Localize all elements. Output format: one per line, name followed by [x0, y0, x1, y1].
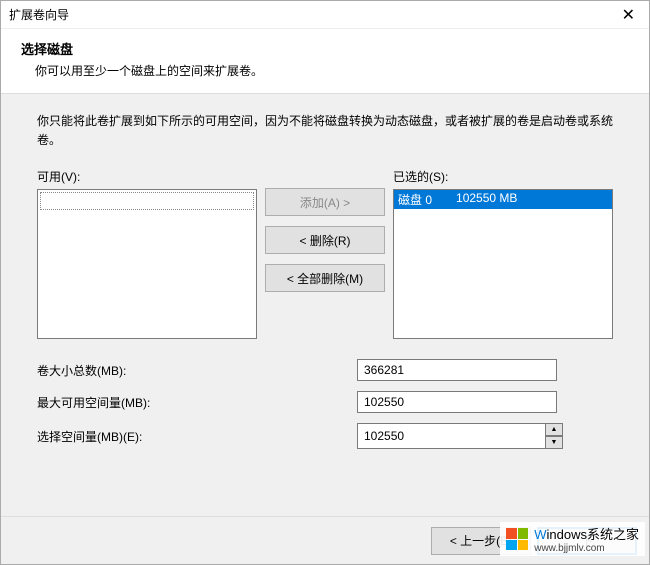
titlebar: 扩展卷向导 ✕: [1, 1, 649, 29]
list-item[interactable]: 磁盘 0 102550 MB: [394, 190, 612, 209]
select-size-spinner: ▲ ▼: [357, 423, 563, 449]
window-title: 扩展卷向导: [9, 6, 69, 23]
windows-logo-icon: [506, 528, 528, 550]
wizard-header: 选择磁盘 你可以用至少一个磁盘上的空间来扩展卷。: [1, 29, 649, 94]
remove-all-button[interactable]: < 全部删除(M): [265, 264, 385, 292]
max-size-row: 最大可用空间量(MB): 102550: [37, 391, 613, 413]
available-column: 可用(V):: [37, 168, 257, 339]
watermark: Windows系统之家 www.bjjmlv.com: [500, 522, 645, 556]
spinner-down-icon[interactable]: ▼: [545, 436, 563, 449]
select-size-label: 选择空间量(MB)(E):: [37, 428, 357, 445]
spinner-up-icon[interactable]: ▲: [545, 423, 563, 436]
total-size-row: 卷大小总数(MB): 366281: [37, 359, 613, 381]
selected-column: 已选的(S): 磁盘 0 102550 MB: [393, 168, 613, 339]
select-size-row: 选择空间量(MB)(E): ▲ ▼: [37, 423, 613, 449]
watermark-text: Windows系统之家 www.bjjmlv.com: [534, 524, 639, 554]
max-size-value: 102550: [357, 391, 557, 413]
disk-size: 102550 MB: [456, 191, 517, 208]
max-size-label: 最大可用空间量(MB):: [37, 394, 357, 411]
watermark-brand-rest: indows: [547, 527, 587, 542]
selected-label: 已选的(S):: [393, 168, 613, 185]
watermark-brand-suffix: 系统之家: [587, 527, 639, 542]
add-button[interactable]: 添加(A) >: [265, 188, 385, 216]
total-size-label: 卷大小总数(MB):: [37, 362, 357, 379]
watermark-brand-prefix: W: [534, 527, 546, 542]
available-label: 可用(V):: [37, 168, 257, 185]
disk-name: 磁盘 0: [398, 191, 432, 208]
select-size-input[interactable]: [357, 423, 545, 449]
total-size-value: 366281: [357, 359, 557, 381]
disk-lists-row: 可用(V): 添加(A) > < 删除(R) < 全部删除(M) 已选的(S):…: [37, 168, 613, 339]
info-text: 你只能将此卷扩展到如下所示的可用空间，因为不能将磁盘转换为动态磁盘，或者被扩展的…: [37, 112, 613, 150]
available-listbox[interactable]: [37, 189, 257, 339]
wizard-window: 扩展卷向导 ✕ 选择磁盘 你可以用至少一个磁盘上的空间来扩展卷。 你只能将此卷扩…: [0, 0, 650, 565]
remove-button[interactable]: < 删除(R): [265, 226, 385, 254]
selected-listbox[interactable]: 磁盘 0 102550 MB: [393, 189, 613, 339]
transfer-buttons: 添加(A) > < 删除(R) < 全部删除(M): [265, 168, 385, 339]
page-description: 你可以用至少一个磁盘上的空间来扩展卷。: [35, 62, 629, 79]
close-icon[interactable]: ✕: [616, 5, 641, 25]
page-title: 选择磁盘: [21, 39, 629, 58]
watermark-url: www.bjjmlv.com: [534, 543, 639, 554]
spinner-buttons: ▲ ▼: [545, 423, 563, 449]
size-fields: 卷大小总数(MB): 366281 最大可用空间量(MB): 102550 选择…: [37, 359, 613, 449]
content-area: 你只能将此卷扩展到如下所示的可用空间，因为不能将磁盘转换为动态磁盘，或者被扩展的…: [1, 94, 649, 523]
